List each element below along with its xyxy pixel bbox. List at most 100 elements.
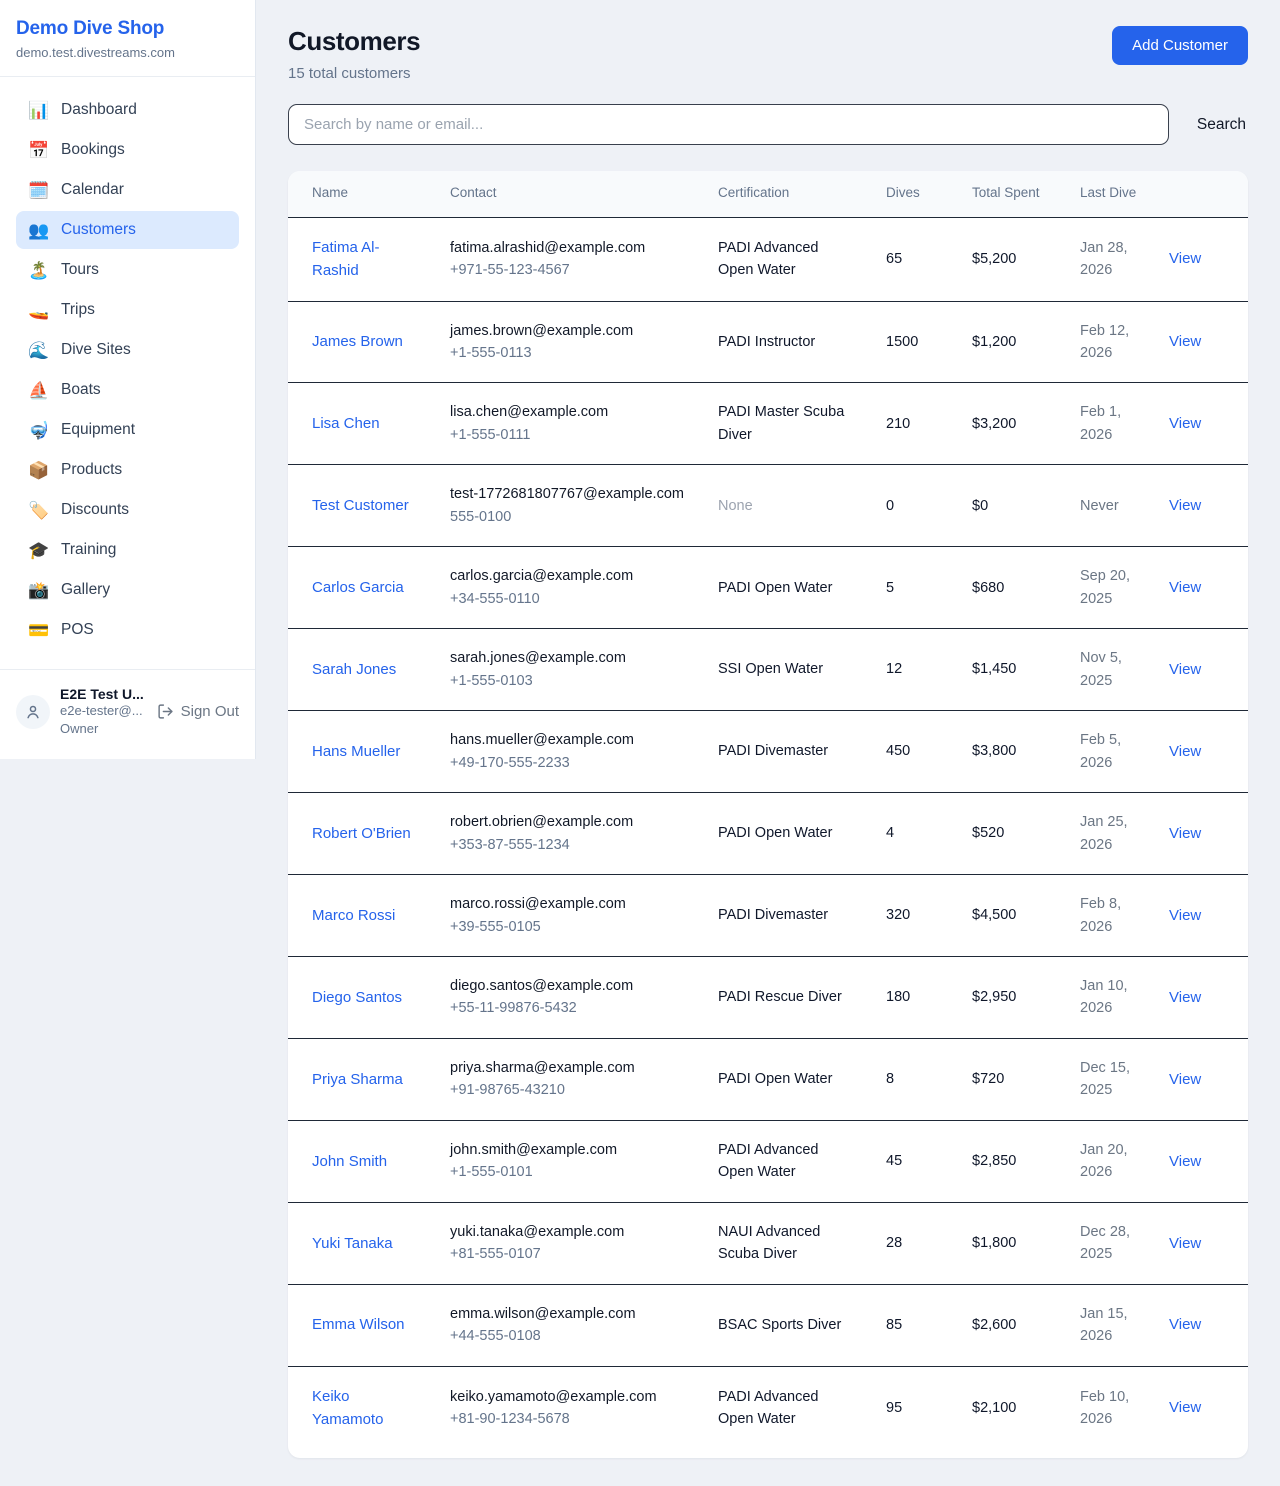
table-row: John Smithjohn.smith@example.com+1-555-0…	[288, 1120, 1248, 1202]
column-header-total-spent: Total Spent	[956, 171, 1064, 217]
customer-name-link[interactable]: Emma Wilson	[312, 1316, 405, 1333]
sidebar-item-products[interactable]: 📦Products	[16, 451, 239, 489]
view-link[interactable]: View	[1169, 1235, 1201, 1252]
customer-total-spent: $1,800	[956, 1202, 1064, 1284]
bar-chart-icon: 📊	[28, 102, 48, 119]
view-link[interactable]: View	[1169, 497, 1201, 514]
customer-email: carlos.garcia@example.com	[450, 565, 686, 587]
customer-dives: 5	[870, 547, 956, 629]
customer-dives: 180	[870, 957, 956, 1039]
customer-name-link[interactable]: Diego Santos	[312, 989, 402, 1006]
speedboat-icon: 🚤	[28, 302, 48, 319]
table-row: Fatima Al-Rashidfatima.alrashid@example.…	[288, 217, 1248, 301]
customer-total-spent: $680	[956, 547, 1064, 629]
customer-last-dive: Feb 8, 2026	[1064, 875, 1169, 957]
customer-name-link[interactable]: Fatima Al-Rashid	[312, 239, 380, 279]
search-input[interactable]	[288, 104, 1169, 145]
view-link[interactable]: View	[1169, 989, 1201, 1006]
view-link[interactable]: View	[1169, 1153, 1201, 1170]
add-customer-button[interactable]: Add Customer	[1112, 26, 1248, 65]
sidebar-item-label: Discounts	[61, 501, 129, 519]
sidebar-item-equipment[interactable]: 🤿Equipment	[16, 411, 239, 449]
customer-dives: 28	[870, 1202, 956, 1284]
customer-total-spent: $520	[956, 793, 1064, 875]
view-link[interactable]: View	[1169, 661, 1201, 678]
column-header-contact: Contact	[434, 171, 702, 217]
customer-name-link[interactable]: Hans Mueller	[312, 743, 400, 760]
page-title: Customers	[288, 26, 420, 57]
customer-email: james.brown@example.com	[450, 320, 686, 342]
customer-dives: 8	[870, 1038, 956, 1120]
view-link[interactable]: View	[1169, 907, 1201, 924]
view-link[interactable]: View	[1169, 743, 1201, 760]
table-row: Priya Sharmapriya.sharma@example.com+91-…	[288, 1038, 1248, 1120]
customer-name-link[interactable]: Yuki Tanaka	[312, 1235, 393, 1252]
view-link[interactable]: View	[1169, 333, 1201, 350]
table-row: Yuki Tanakayuki.tanaka@example.com+81-55…	[288, 1202, 1248, 1284]
sidebar: Demo Dive Shop demo.test.divestreams.com…	[0, 0, 256, 759]
sign-out-button[interactable]: Sign Out	[157, 703, 239, 720]
customer-phone: +49-170-555-2233	[450, 752, 686, 774]
customer-name-link[interactable]: Test Customer	[312, 497, 409, 514]
customer-dives: 12	[870, 629, 956, 711]
customer-email: priya.sharma@example.com	[450, 1057, 686, 1079]
customer-phone: +81-555-0107	[450, 1243, 686, 1265]
view-link[interactable]: View	[1169, 1399, 1201, 1416]
view-link[interactable]: View	[1169, 825, 1201, 842]
camera-icon: 📸	[28, 582, 48, 599]
sidebar-item-gallery[interactable]: 📸Gallery	[16, 571, 239, 609]
customer-certification: PADI Open Water	[702, 1038, 870, 1120]
sidebar-item-label: Products	[61, 461, 122, 479]
sidebar-item-training[interactable]: 🎓Training	[16, 531, 239, 569]
island-icon: 🏝️	[28, 262, 48, 279]
customer-dives: 320	[870, 875, 956, 957]
view-link[interactable]: View	[1169, 579, 1201, 596]
sidebar-item-tours[interactable]: 🏝️Tours	[16, 251, 239, 289]
sidebar-item-customers[interactable]: 👥Customers	[16, 211, 239, 249]
customer-last-dive: Dec 28, 2025	[1064, 1202, 1169, 1284]
customer-name-link[interactable]: James Brown	[312, 333, 403, 350]
customer-total-spent: $3,800	[956, 711, 1064, 793]
sidebar-item-boats[interactable]: ⛵ Boats	[16, 371, 239, 409]
customer-last-dive: Jan 25, 2026	[1064, 793, 1169, 875]
sidebar-item-discounts[interactable]: 🏷️Discounts	[16, 491, 239, 529]
view-link[interactable]: View	[1169, 1071, 1201, 1088]
column-header-actions	[1169, 171, 1248, 217]
sidebar-item-dive-sites[interactable]: 🌊Dive Sites	[16, 331, 239, 369]
view-link[interactable]: View	[1169, 415, 1201, 432]
customer-email: marco.rossi@example.com	[450, 893, 686, 915]
customer-name-link[interactable]: Priya Sharma	[312, 1071, 403, 1088]
customer-email: robert.obrien@example.com	[450, 811, 686, 833]
customer-email: emma.wilson@example.com	[450, 1303, 686, 1325]
sailboat-icon: ⛵	[28, 382, 48, 399]
sidebar-item-bookings[interactable]: 📅Bookings	[16, 131, 239, 169]
sidebar-item-dashboard[interactable]: 📊Dashboard	[16, 91, 239, 129]
customer-name-link[interactable]: Marco Rossi	[312, 907, 395, 924]
view-link[interactable]: View	[1169, 1316, 1201, 1333]
sidebar-item-label: Boats	[61, 381, 101, 399]
person-icon	[24, 703, 42, 721]
customer-phone: +81-90-1234-5678	[450, 1408, 686, 1430]
customer-last-dive: Jan 10, 2026	[1064, 957, 1169, 1039]
customer-name-link[interactable]: Keiko Yamamoto	[312, 1388, 383, 1428]
customer-certification: SSI Open Water	[702, 629, 870, 711]
search-button[interactable]: Search	[1195, 112, 1248, 138]
view-link[interactable]: View	[1169, 250, 1201, 267]
customer-last-dive: Feb 10, 2026	[1064, 1366, 1169, 1457]
customer-certification: NAUI Advanced Scuba Diver	[702, 1202, 870, 1284]
customer-total-spent: $1,450	[956, 629, 1064, 711]
sidebar-item-calendar[interactable]: 🗓️Calendar	[16, 171, 239, 209]
sidebar-item-label: Trips	[61, 301, 95, 319]
customer-name-link[interactable]: Sarah Jones	[312, 661, 396, 678]
customer-total-spent: $2,950	[956, 957, 1064, 1039]
sidebar-item-pos[interactable]: 💳POS	[16, 611, 239, 649]
customer-total-spent: $720	[956, 1038, 1064, 1120]
avatar	[16, 695, 50, 729]
customer-phone: +353-87-555-1234	[450, 834, 686, 856]
sidebar-item-trips[interactable]: 🚤 Trips	[16, 291, 239, 329]
customer-name-link[interactable]: Robert O'Brien	[312, 825, 411, 842]
customer-phone: +1-555-0101	[450, 1161, 686, 1183]
customer-name-link[interactable]: Lisa Chen	[312, 415, 380, 432]
customer-name-link[interactable]: Carlos Garcia	[312, 579, 404, 596]
customer-name-link[interactable]: John Smith	[312, 1153, 387, 1170]
